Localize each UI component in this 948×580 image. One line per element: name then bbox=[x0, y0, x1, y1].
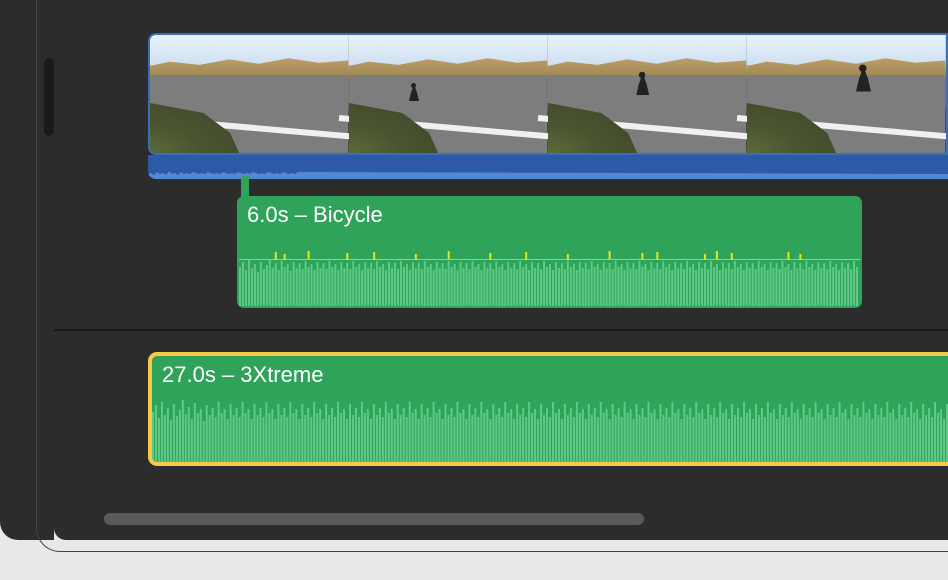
audio-clip-label: 27.0s – 3Xtreme bbox=[162, 362, 323, 388]
scrollbar-thumb[interactable] bbox=[104, 513, 644, 525]
timeline-panel: 6.0s – Bicycle 27.0s – 3Xtreme bbox=[54, 0, 948, 540]
video-thumbnail bbox=[349, 35, 548, 153]
track-divider bbox=[54, 329, 948, 331]
horizontal-scrollbar[interactable] bbox=[104, 512, 948, 526]
device-side-button-icon bbox=[44, 58, 54, 136]
video-clip[interactable] bbox=[148, 33, 948, 155]
video-thumbnail bbox=[548, 35, 747, 153]
audio-waveform bbox=[152, 390, 948, 462]
audio-clip-bicycle[interactable]: 6.0s – Bicycle bbox=[237, 196, 862, 308]
video-audio-waveform[interactable] bbox=[148, 155, 948, 179]
audio-clip-3xtreme[interactable]: 27.0s – 3Xtreme bbox=[148, 352, 948, 466]
video-thumbnail bbox=[747, 35, 946, 153]
video-thumbnail bbox=[150, 35, 349, 153]
audio-clip-label: 6.0s – Bicycle bbox=[247, 202, 383, 228]
